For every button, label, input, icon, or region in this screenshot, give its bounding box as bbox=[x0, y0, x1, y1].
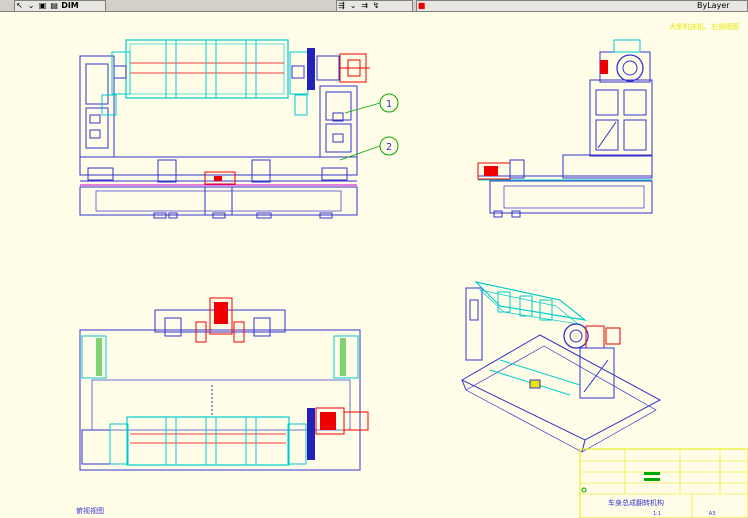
side-view bbox=[477, 39, 653, 218]
plan-view bbox=[79, 297, 369, 471]
isometric-view bbox=[460, 280, 662, 453]
title-block: 车身总成翻转机构 1:1 A3 bbox=[579, 448, 748, 518]
front-view: 1 2 bbox=[79, 39, 399, 219]
scale-label: 1:1 bbox=[653, 511, 661, 517]
side-view-note: 大型机床机、右侧视图 bbox=[669, 22, 739, 31]
balloon-1-label: 1 bbox=[386, 99, 392, 110]
drawing-title: 车身总成翻转机构 bbox=[608, 498, 664, 507]
sheet-label: A3 bbox=[709, 511, 716, 517]
plan-view-note: 俯视视图 bbox=[76, 506, 104, 515]
balloon-2-label: 2 bbox=[386, 142, 392, 153]
drawing-canvas[interactable]: 1 2 车身总成翻转机构 1:1 A3 大型机床机、右侧视图 俯视视图 bbox=[0, 0, 748, 518]
